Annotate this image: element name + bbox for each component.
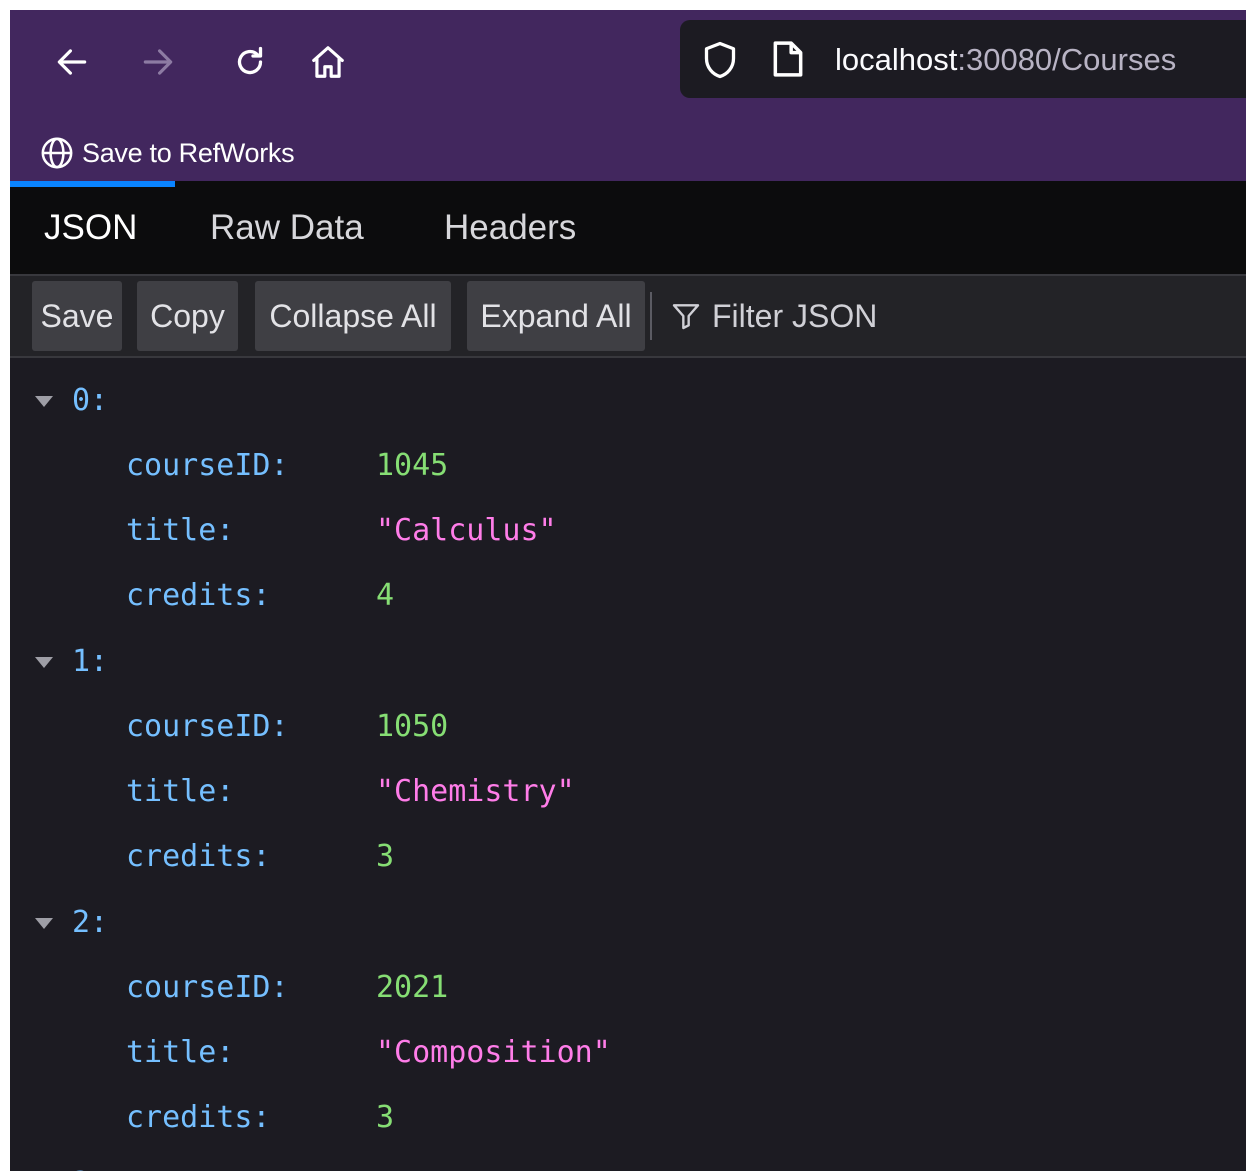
filter-json-input[interactable]: Filter JSON bbox=[670, 281, 1230, 351]
tree-row-index-3[interactable]: 3: bbox=[10, 1151, 1246, 1171]
url-text: localhost:30080/Courses bbox=[835, 40, 1176, 80]
twisty-expanded-icon[interactable] bbox=[32, 650, 56, 674]
json-key: credits: bbox=[126, 578, 271, 613]
browser-window: localhost:30080/Courses Save to RefWorks… bbox=[10, 10, 1246, 1171]
shield-icon[interactable] bbox=[702, 40, 738, 80]
tab-json[interactable]: JSON bbox=[44, 181, 137, 274]
copy-button[interactable]: Copy bbox=[137, 281, 238, 351]
tab-raw-data[interactable]: Raw Data bbox=[210, 181, 364, 274]
filter-placeholder: Filter JSON bbox=[712, 297, 878, 334]
viewer-tabs: JSON Raw Data Headers bbox=[10, 181, 1246, 276]
json-key: title: bbox=[126, 774, 235, 809]
toolbar-separator bbox=[650, 292, 652, 340]
url-bar[interactable]: localhost:30080/Courses bbox=[680, 20, 1246, 98]
navigation-toolbar: localhost:30080/Courses bbox=[10, 10, 1246, 123]
bookmark-save-to-refworks[interactable]: Save to RefWorks bbox=[40, 135, 295, 171]
home-button[interactable] bbox=[306, 40, 350, 84]
json-value: "Composition" bbox=[376, 1035, 611, 1070]
twisty-expanded-icon[interactable] bbox=[32, 911, 56, 935]
json-value: "Calculus" bbox=[376, 513, 557, 548]
tree-row[interactable]: credits: 4 bbox=[10, 563, 1246, 628]
array-index: 1: bbox=[72, 644, 109, 679]
array-index: 0: bbox=[72, 383, 109, 418]
json-key: courseID: bbox=[126, 970, 289, 1005]
expand-all-button[interactable]: Expand All bbox=[467, 281, 645, 351]
bookmark-label: Save to RefWorks bbox=[82, 137, 295, 168]
json-key: courseID: bbox=[126, 448, 289, 483]
json-value: 3 bbox=[376, 1100, 395, 1135]
reload-icon bbox=[237, 46, 263, 75]
save-button[interactable]: Save bbox=[32, 281, 122, 351]
json-value: 4 bbox=[376, 578, 395, 613]
page-icon bbox=[773, 41, 803, 77]
arrow-right-icon bbox=[143, 49, 173, 75]
reload-button[interactable] bbox=[228, 40, 272, 84]
array-index: 3: bbox=[72, 1166, 108, 1171]
json-value: 1050 bbox=[376, 709, 449, 744]
json-value: 2021 bbox=[376, 970, 449, 1005]
json-key: credits: bbox=[126, 1100, 271, 1135]
tree-row[interactable]: courseID: 2021 bbox=[10, 955, 1246, 1020]
arrow-left-icon bbox=[57, 49, 87, 75]
tree-row[interactable]: title: "Chemistry" bbox=[10, 759, 1246, 824]
back-button[interactable] bbox=[50, 40, 94, 84]
tab-headers[interactable]: Headers bbox=[444, 181, 576, 274]
collapse-all-button[interactable]: Collapse All bbox=[255, 281, 451, 351]
json-key: title: bbox=[126, 1035, 235, 1070]
json-key: credits: bbox=[126, 839, 271, 874]
filter-icon bbox=[672, 304, 700, 330]
json-key: title: bbox=[126, 513, 235, 548]
json-key: courseID: bbox=[126, 709, 289, 744]
tree-row[interactable]: title: "Composition" bbox=[10, 1020, 1246, 1085]
url-host: localhost bbox=[835, 42, 958, 77]
forward-button[interactable] bbox=[136, 40, 180, 84]
tree-row[interactable]: courseID: 1050 bbox=[10, 694, 1246, 759]
tree-row-index-2[interactable]: 2: bbox=[10, 890, 1246, 955]
array-index: 2: bbox=[72, 905, 109, 940]
bookmarks-toolbar: Save to RefWorks bbox=[10, 123, 1246, 181]
json-value: 3 bbox=[376, 839, 395, 874]
twisty-expanded-icon[interactable] bbox=[32, 389, 56, 413]
tree-row[interactable]: title: "Calculus" bbox=[10, 498, 1246, 563]
tree-row[interactable]: credits: 3 bbox=[10, 824, 1246, 889]
json-toolbar: Save Copy Collapse All Expand All Filter… bbox=[10, 276, 1246, 358]
url-path: :30080/Courses bbox=[957, 42, 1177, 77]
tree-row-index-1[interactable]: 1: bbox=[10, 629, 1246, 694]
tree-row-index-0[interactable]: 0: bbox=[10, 368, 1246, 433]
json-value: "Chemistry" bbox=[376, 774, 575, 809]
globe-icon bbox=[41, 137, 73, 169]
json-value: 1045 bbox=[376, 448, 449, 483]
json-tree: 0: courseID: 1045 title: "Calculus" cred… bbox=[10, 358, 1246, 1171]
tree-row[interactable]: credits: 3 bbox=[10, 1085, 1246, 1150]
home-icon bbox=[312, 46, 344, 78]
tree-row[interactable]: courseID: 1045 bbox=[10, 433, 1246, 498]
